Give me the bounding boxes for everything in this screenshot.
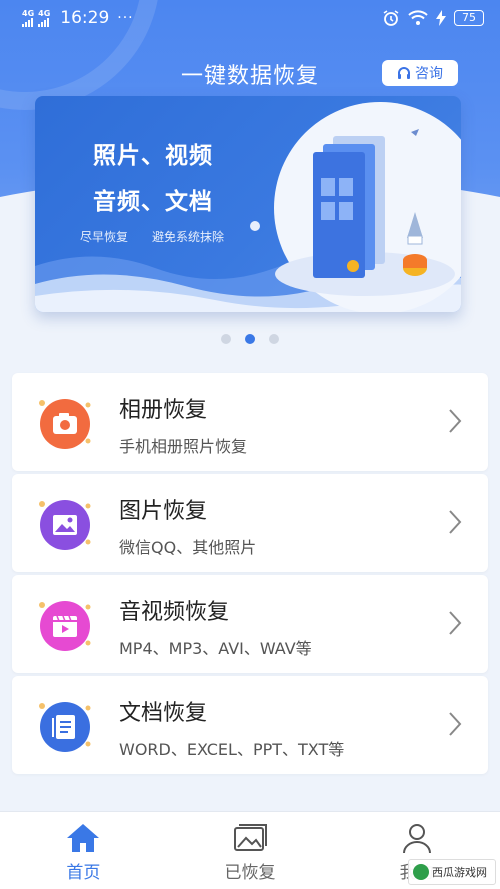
- signal-2-icon: 4G: [38, 9, 50, 27]
- watermark-text: 西瓜游戏网: [432, 866, 487, 879]
- banner-headline-1: 照片、视频: [93, 143, 213, 169]
- charging-icon: [436, 10, 446, 26]
- chevron-right-icon: [449, 409, 462, 433]
- card-title: 文档恢复: [119, 701, 208, 726]
- carousel-dot-active[interactable]: [245, 334, 255, 344]
- gallery-icon: [234, 824, 267, 851]
- carousel-dot[interactable]: [269, 334, 279, 344]
- promo-banner[interactable]: 照片、视频 音频、文档 尽早恢复 避免系统抹除: [35, 96, 461, 312]
- banner-headline-2: 音频、文档: [93, 189, 213, 215]
- card-subtitle: 微信QQ、其他照片: [119, 538, 257, 557]
- status-time: 16:29: [60, 8, 110, 28]
- carousel-dot[interactable]: [221, 334, 231, 344]
- album-recovery-card[interactable]: 相册恢复 手机相册照片恢复: [12, 373, 488, 471]
- status-bar: 4G 4G 16:29 ··· 75: [0, 0, 500, 36]
- chevron-right-icon: [449, 712, 462, 736]
- page-header: 一键数据恢复 咨询: [0, 56, 500, 92]
- consult-label: 咨询: [415, 66, 443, 82]
- user-icon: [402, 824, 431, 854]
- card-title: 相册恢复: [119, 398, 208, 423]
- card-title: 图片恢复: [119, 499, 208, 524]
- document-recovery-card[interactable]: 文档恢复 WORD、EXCEL、PPT、TXT等: [12, 676, 488, 774]
- nav-home[interactable]: 首页: [0, 812, 167, 889]
- page-title: 一键数据恢复: [180, 64, 319, 89]
- card-subtitle: 手机相册照片恢复: [119, 437, 248, 456]
- nav-recovered[interactable]: 已恢复: [167, 812, 334, 889]
- consult-button[interactable]: 咨询: [382, 60, 458, 86]
- card-subtitle: MP4、MP3、AVI、WAV等: [119, 639, 312, 658]
- picture-icon: [39, 500, 91, 550]
- wifi-icon: [408, 10, 428, 25]
- media-recovery-card[interactable]: 音视频恢复 MP4、MP3、AVI、WAV等: [12, 575, 488, 673]
- watermark-logo-icon: [413, 864, 429, 880]
- picture-recovery-card[interactable]: 图片恢复 微信QQ、其他照片: [12, 474, 488, 572]
- card-subtitle: WORD、EXCEL、PPT、TXT等: [119, 740, 345, 759]
- watermark: 西瓜游戏网: [408, 859, 496, 885]
- document-icon: [39, 702, 91, 752]
- status-more: ···: [117, 10, 134, 26]
- banner-subtext-2: 避免系统抹除: [152, 230, 225, 244]
- battery-indicator: 75: [454, 10, 484, 26]
- alarm-icon: [383, 10, 399, 26]
- camera-icon: [39, 399, 91, 449]
- nav-home-label: 首页: [66, 863, 101, 883]
- video-icon: [39, 601, 91, 651]
- chevron-right-icon: [449, 510, 462, 534]
- nav-recovered-label: 已恢复: [224, 863, 276, 883]
- chevron-right-icon: [449, 611, 462, 635]
- signal-1-icon: 4G: [22, 9, 34, 27]
- card-title: 音视频恢复: [119, 600, 230, 625]
- home-icon: [67, 824, 100, 852]
- banner-subtext-1: 尽早恢复: [80, 230, 129, 244]
- headset-icon: [398, 67, 410, 79]
- carousel-indicator: [0, 334, 500, 344]
